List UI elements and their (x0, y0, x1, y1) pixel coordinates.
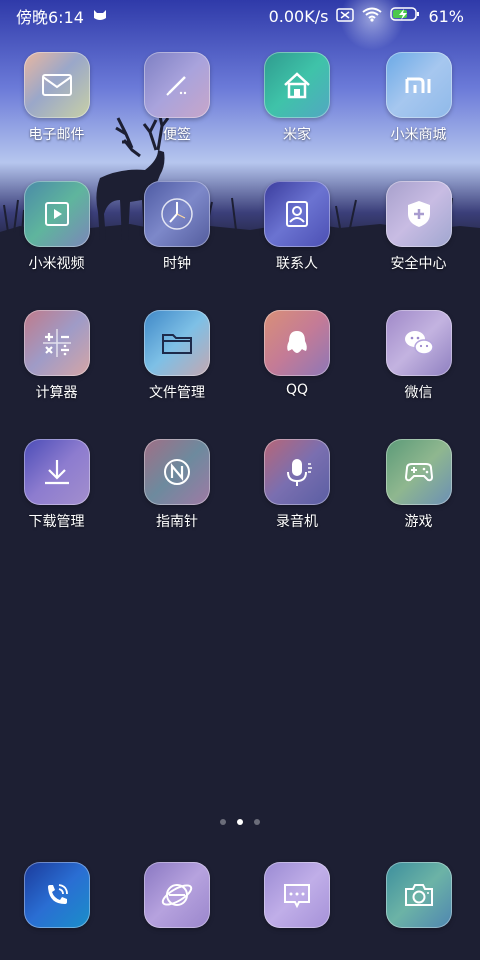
app-tile[interactable] (385, 181, 452, 247)
page-dot[interactable] (254, 819, 260, 825)
app-tile[interactable] (385, 439, 452, 505)
clock-icon (161, 198, 193, 230)
gamepad-icon (404, 463, 433, 482)
sim-blocked-icon (336, 7, 355, 26)
page-indicator (0, 819, 480, 825)
camera-icon (404, 884, 433, 906)
app-email[interactable]: 电子邮件 (0, 52, 120, 181)
mi-store-icon (405, 77, 430, 93)
app-security[interactable]: 安全中心 (357, 181, 480, 310)
app-games[interactable]: 游戏 (357, 439, 480, 568)
home-icon (284, 72, 310, 99)
app-label: 下载管理 (28, 514, 85, 530)
security-icon (407, 201, 430, 227)
app-label: QQ (285, 382, 309, 398)
app-tile[interactable] (385, 862, 452, 928)
app-recorder[interactable]: 录音机 (234, 439, 360, 568)
battery-icon (390, 6, 420, 26)
app-notes[interactable]: 便签 (114, 52, 240, 181)
page-dot-active[interactable] (237, 819, 243, 825)
app-grid: 电子邮件 便签 米家 小米商城 小米视频 时钟 联系人 安全中心 计算器 文件管… (0, 52, 480, 568)
app-files[interactable]: 文件管理 (114, 310, 240, 439)
app-label: 米家 (283, 127, 311, 143)
app-tile[interactable] (264, 310, 330, 376)
app-tile[interactable] (144, 439, 210, 505)
notes-icon (166, 76, 187, 96)
download-icon (44, 460, 69, 485)
app-label: 计算器 (35, 385, 78, 401)
compass-icon (164, 459, 190, 485)
app-tile[interactable] (144, 310, 210, 376)
cat-icon (92, 7, 108, 26)
app-tile[interactable] (144, 52, 210, 118)
app-label: 游戏 (404, 514, 433, 530)
app-label: 联系人 (276, 256, 318, 272)
app-tile[interactable] (144, 181, 210, 247)
app-calculator[interactable]: 计算器 (0, 310, 120, 439)
app-label: 文件管理 (149, 385, 205, 401)
app-tile[interactable] (144, 862, 210, 928)
page-dot[interactable] (220, 819, 226, 825)
folder-icon (162, 334, 192, 354)
contacts-icon (286, 201, 308, 227)
app-tile[interactable] (23, 439, 90, 505)
app-wechat[interactable]: 微信 (357, 310, 480, 439)
app-label: 录音机 (276, 514, 318, 530)
app-label: 小米视频 (28, 256, 85, 272)
wechat-icon (404, 331, 434, 355)
status-bar: 傍晚6:14 0.00K/s 61% (0, 0, 480, 32)
app-tile[interactable] (264, 52, 330, 118)
messages-icon (284, 884, 310, 909)
app-clock[interactable]: 时钟 (114, 181, 240, 310)
qq-icon (287, 331, 307, 353)
app-tile[interactable] (23, 310, 90, 376)
app-tile[interactable] (385, 310, 452, 376)
app-label: 指南针 (156, 514, 198, 530)
app-tile[interactable] (23, 862, 90, 928)
app-contacts[interactable]: 联系人 (234, 181, 360, 310)
phone-icon (47, 884, 68, 904)
calculator-icon (42, 329, 71, 357)
wifi-icon (362, 6, 383, 26)
app-compass[interactable]: 指南针 (114, 439, 240, 568)
app-label: 微信 (404, 385, 433, 401)
app-tile[interactable] (264, 862, 330, 928)
app-label: 小米商城 (390, 127, 447, 143)
dock (0, 862, 480, 928)
app-tile[interactable] (264, 439, 330, 505)
dock-phone[interactable] (0, 862, 120, 928)
mail-icon (41, 74, 72, 96)
recorder-icon (287, 459, 312, 486)
dock-browser[interactable] (114, 862, 240, 928)
battery-percent: 61% (428, 6, 464, 26)
app-tile[interactable] (385, 52, 452, 118)
app-label: 安全中心 (390, 256, 447, 272)
app-video[interactable]: 小米视频 (0, 181, 120, 310)
app-label: 电子邮件 (28, 127, 85, 143)
browser-icon (161, 884, 193, 906)
video-icon (44, 202, 69, 226)
dock-messages[interactable] (234, 862, 360, 928)
app-mijia[interactable]: 米家 (234, 52, 360, 181)
network-speed: 0.00K/s (268, 6, 329, 26)
app-downloads[interactable]: 下载管理 (0, 439, 120, 568)
app-tile[interactable] (264, 181, 330, 247)
app-qq[interactable]: QQ (234, 310, 360, 439)
dock-camera[interactable] (357, 862, 480, 928)
status-time: 傍晚6:14 (16, 8, 84, 27)
app-label: 时钟 (163, 256, 191, 272)
app-mi-store[interactable]: 小米商城 (357, 52, 480, 181)
app-tile[interactable] (23, 181, 90, 247)
app-label: 便签 (163, 127, 191, 143)
app-tile[interactable] (23, 52, 90, 118)
